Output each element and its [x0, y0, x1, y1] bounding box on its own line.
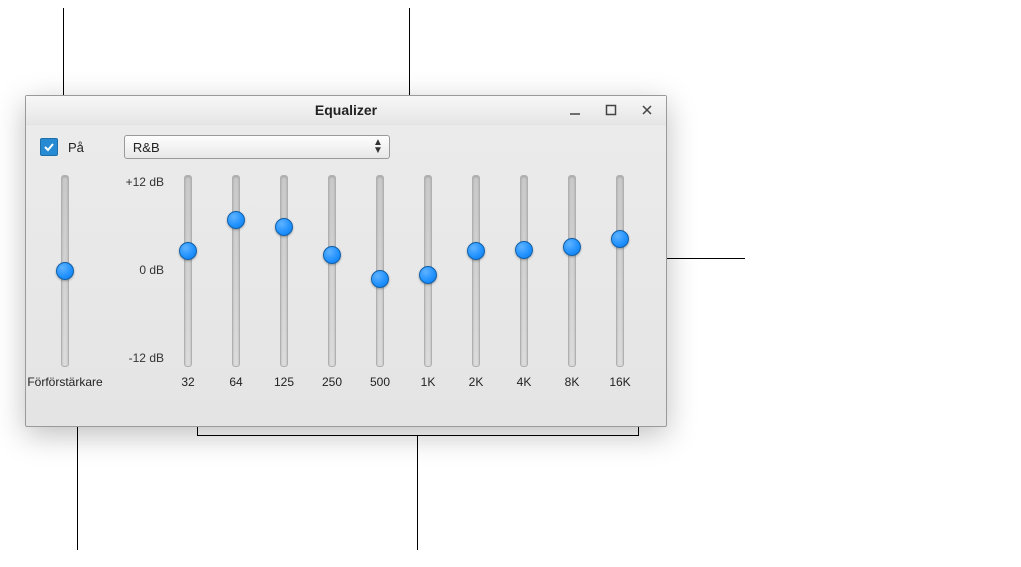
band-slider-125[interactable]	[280, 175, 288, 367]
equalizer-window: Equalizer På R&B ▲▼	[25, 95, 667, 427]
band-thumb-500[interactable]	[371, 270, 389, 288]
scale-mid-label: 0 dB	[94, 263, 164, 277]
band-thumb-8K[interactable]	[563, 238, 581, 256]
band-250: 250	[312, 175, 352, 389]
band-slider-2K[interactable]	[472, 175, 480, 367]
band-thumb-125[interactable]	[275, 218, 293, 236]
controls-row: På R&B ▲▼	[26, 125, 666, 165]
band-8K: 8K	[552, 175, 592, 389]
check-icon	[43, 141, 55, 153]
band-thumb-2K[interactable]	[467, 242, 485, 260]
band-freq-label: 64	[229, 375, 242, 389]
band-freq-label: 500	[370, 375, 390, 389]
band-freq-label: 16K	[609, 375, 630, 389]
band-thumb-4K[interactable]	[515, 241, 533, 259]
band-16K: 16K	[600, 175, 640, 389]
db-scale: +12 dB 0 dB -12 dB	[94, 175, 164, 365]
preamp-slider[interactable]	[61, 175, 69, 367]
on-checkbox-label: På	[68, 140, 84, 155]
band-32: 32	[168, 175, 208, 389]
band-freq-label: 2K	[469, 375, 484, 389]
bands-container: 32 64 125 250 500 1K 2K 4K 8K 16K	[168, 175, 640, 389]
band-slider-32[interactable]	[184, 175, 192, 367]
preamp-column: Förförstärkare	[40, 175, 90, 389]
band-1K: 1K	[408, 175, 448, 389]
band-slider-250[interactable]	[328, 175, 336, 367]
band-freq-label: 32	[181, 375, 194, 389]
band-thumb-32[interactable]	[179, 242, 197, 260]
band-125: 125	[264, 175, 304, 389]
window-controls	[562, 96, 660, 124]
updown-icon: ▲▼	[373, 139, 383, 155]
band-64: 64	[216, 175, 256, 389]
maximize-button[interactable]	[598, 100, 624, 120]
band-slider-64[interactable]	[232, 175, 240, 367]
preset-select[interactable]: R&B ▲▼	[124, 135, 390, 159]
band-slider-16K[interactable]	[616, 175, 624, 367]
scale-min-label: -12 dB	[94, 351, 164, 365]
preset-selected-label: R&B	[133, 140, 160, 155]
band-freq-label: 250	[322, 375, 342, 389]
preamp-thumb[interactable]	[56, 262, 74, 280]
equalizer-area: Förförstärkare +12 dB 0 dB -12 dB 32 64 12…	[26, 165, 666, 399]
band-freq-label: 4K	[517, 375, 532, 389]
band-thumb-1K[interactable]	[419, 266, 437, 284]
close-button[interactable]	[634, 100, 660, 120]
titlebar: Equalizer	[26, 96, 666, 125]
band-slider-4K[interactable]	[520, 175, 528, 367]
band-4K: 4K	[504, 175, 544, 389]
band-freq-label: 8K	[565, 375, 580, 389]
on-checkbox[interactable]	[40, 138, 58, 156]
preamp-label: Förförstärkare	[27, 375, 102, 389]
band-thumb-250[interactable]	[323, 246, 341, 264]
callout-line	[77, 416, 78, 550]
band-slider-1K[interactable]	[424, 175, 432, 367]
band-thumb-16K[interactable]	[611, 230, 629, 248]
band-slider-8K[interactable]	[568, 175, 576, 367]
minimize-button[interactable]	[562, 100, 588, 120]
band-freq-label: 125	[274, 375, 294, 389]
scale-max-label: +12 dB	[94, 175, 164, 189]
band-freq-label: 1K	[421, 375, 436, 389]
band-slider-500[interactable]	[376, 175, 384, 367]
band-2K: 2K	[456, 175, 496, 389]
band-500: 500	[360, 175, 400, 389]
band-thumb-64[interactable]	[227, 211, 245, 229]
window-title: Equalizer	[315, 102, 377, 118]
callout-line	[417, 435, 418, 550]
